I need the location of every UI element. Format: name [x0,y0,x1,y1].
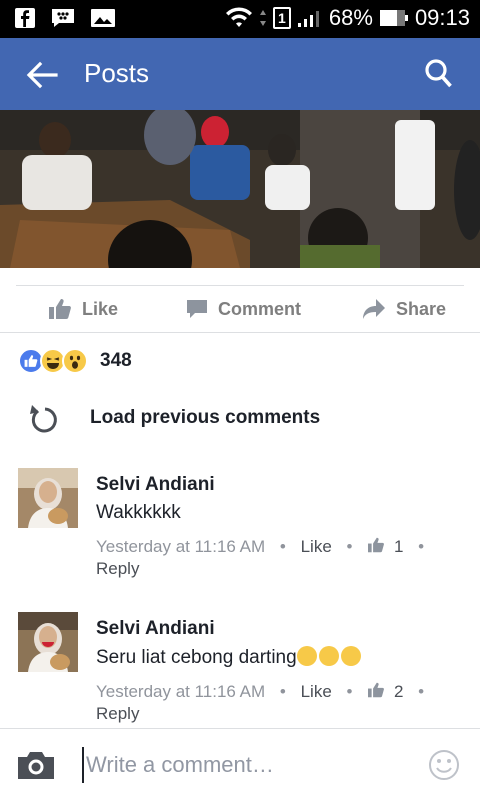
camera-button[interactable] [16,749,56,786]
comment-input[interactable] [82,747,402,783]
comment-text: Wakkkkkk [96,502,181,523]
comment-author[interactable]: Selvi Andiani [96,618,466,640]
separator-dot: • [346,537,353,556]
refresh-icon [30,405,57,433]
comment-button[interactable]: Comment [186,298,301,320]
comment-author[interactable]: Selvi Andiani [96,474,466,496]
separator-dot: • [279,537,286,556]
divider [0,332,480,333]
laughing-emoji-icon [296,646,317,666]
comment-label: Comment [218,298,302,319]
load-previous-label: Load previous comments [90,407,321,428]
clock: 09:13 [414,5,470,30]
bbm-icon [52,9,74,27]
wow-reaction-icon [62,348,88,374]
thumbs-up-icon [368,682,385,698]
facebook-icon [15,8,35,28]
data-arrows-icon [259,10,266,26]
share-label: Share [396,298,447,319]
comment-icon [187,300,207,318]
avatar[interactable] [18,468,78,528]
post-actions: Like Comment Share [0,286,480,332]
avatar[interactable] [18,612,78,672]
comment-text: Seru liat cebong darting [96,647,297,668]
share-icon [363,299,385,319]
signal-icon [297,11,319,27]
share-button[interactable]: Share [362,298,446,320]
reaction-count: 348 [100,350,132,371]
page-title: Posts [84,58,150,88]
load-previous-comments[interactable]: Load previous comments [30,402,320,434]
comment-like-count[interactable]: 2 [394,682,403,701]
comment-reply-link[interactable]: Reply [96,558,466,580]
comment-like-count[interactable]: 1 [394,537,403,556]
app-bar: Posts [0,38,480,110]
comment-like-link[interactable]: Like [301,682,332,701]
arrow-left-icon [26,61,58,89]
search-icon [425,59,452,88]
sim-icon: 1 [272,7,291,29]
comment-reply-link[interactable]: Reply [96,703,466,725]
comment-text-row: Seru liat cebong darting [96,646,466,669]
post-photo[interactable] [0,110,480,268]
like-label: Like [82,298,119,319]
comment-timestamp: Yesterday at 11:16 AM [96,682,266,701]
separator-dot: • [279,682,286,701]
wifi-icon [225,7,252,27]
battery-icon [379,10,408,26]
reactions-summary[interactable]: 348 [18,348,132,374]
like-button[interactable]: Like [48,298,118,320]
gallery-icon [91,9,115,27]
comment-composer [0,728,480,800]
comment-timestamp: Yesterday at 11:16 AM [96,537,266,556]
comment-like-link[interactable]: Like [301,537,332,556]
back-button[interactable] [26,60,58,90]
search-button[interactable] [424,58,454,90]
battery-percent: 68% [328,5,373,30]
smiley-icon [429,750,459,780]
thumbs-up-icon [49,299,71,319]
separator-dot: • [418,682,425,701]
laughing-emoji-icon [340,646,361,666]
laughing-emoji-icon [318,646,339,666]
separator-dot: • [346,682,353,701]
status-bar: 1 68% 09:13 [0,0,480,38]
separator-dot: • [418,537,425,556]
sticker-button[interactable] [428,749,460,786]
thumbs-up-icon [368,537,385,553]
camera-icon [18,752,54,779]
